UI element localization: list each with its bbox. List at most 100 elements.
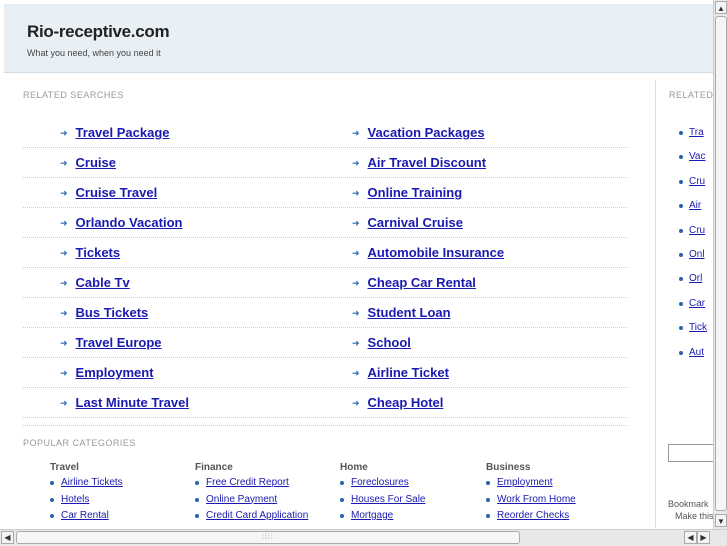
related-searches-list: ➜ Travel Package ➜ Vacation Packages ➜ Cruise… bbox=[23, 119, 628, 419]
related-search-item: ➜ Bus Tickets bbox=[60, 305, 148, 320]
related-search-link[interactable]: Last Minute Travel bbox=[76, 395, 189, 410]
related-search-link[interactable]: Employment bbox=[76, 365, 154, 380]
category-business: Business Employment Work From Home Reorder … bbox=[486, 462, 576, 527]
main-content: RELATED SEARCHES ➜ Travel Package ➜ Vacatio… bbox=[0, 73, 655, 528]
related-row: ➜ Travel Package ➜ Vacation Packages bbox=[23, 119, 628, 148]
bullet-icon bbox=[679, 253, 683, 257]
arrow-right-icon: ➜ bbox=[352, 128, 360, 138]
bullet-icon bbox=[486, 514, 490, 518]
vertical-scroll-thumb[interactable] bbox=[715, 16, 727, 511]
arrow-right-icon: ➜ bbox=[60, 278, 68, 288]
bullet-icon bbox=[50, 481, 54, 485]
related-search-link[interactable]: Automobile Insurance bbox=[368, 245, 505, 260]
bullet-icon bbox=[340, 481, 344, 485]
arrow-right-icon: ➜ bbox=[352, 278, 360, 288]
horizontal-scroll-thumb[interactable]: ⁞⁞⁞⁞ bbox=[16, 531, 520, 544]
category-link[interactable]: Employment bbox=[497, 477, 553, 488]
category-link-item: Credit Card Application bbox=[195, 510, 308, 527]
category-link[interactable]: Mortgage bbox=[351, 510, 393, 521]
related-search-link[interactable]: Cable Tv bbox=[76, 275, 130, 290]
sidebar-related-item: Tra bbox=[679, 127, 704, 138]
sidebar-related-link[interactable]: Air bbox=[689, 200, 701, 211]
arrow-right-icon: ➜ bbox=[352, 218, 360, 228]
category-link[interactable]: Free Credit Report bbox=[206, 477, 289, 488]
sidebar-related-item: Car bbox=[679, 298, 705, 309]
bullet-icon bbox=[679, 179, 683, 184]
related-search-link[interactable]: Air Travel Discount bbox=[368, 155, 486, 170]
related-search-item: ➜ Airline Ticket bbox=[352, 365, 449, 380]
sidebar-related-link[interactable]: Cru bbox=[689, 176, 705, 187]
category-link-item: Employment bbox=[486, 477, 576, 494]
related-search-link[interactable]: Cruise Travel bbox=[76, 185, 158, 200]
sidebar-related-item: Orl bbox=[679, 273, 702, 284]
related-search-link[interactable]: Travel Europe bbox=[76, 335, 162, 350]
arrow-right-icon: ➜ bbox=[60, 188, 68, 198]
scroll-up-arrow-icon[interactable]: ▲ bbox=[715, 1, 727, 14]
related-row: ➜ Orlando Vacation ➜ Carnival Cruise bbox=[23, 209, 628, 238]
category-link[interactable]: Reorder Checks bbox=[497, 510, 569, 521]
arrow-right-icon: ➜ bbox=[352, 338, 360, 348]
related-search-link[interactable]: Cheap Car Rental bbox=[368, 275, 476, 290]
category-link[interactable]: Houses For Sale bbox=[351, 494, 425, 505]
bullet-icon bbox=[486, 497, 490, 502]
arrow-right-icon: ➜ bbox=[60, 128, 68, 138]
category-link-item: Online Payment bbox=[195, 494, 308, 511]
sidebar-related-link[interactable]: Car bbox=[689, 298, 705, 309]
arrow-right-icon: ➜ bbox=[352, 188, 360, 198]
related-search-item: ➜ Carnival Cruise bbox=[352, 215, 463, 230]
horizontal-scrollbar[interactable]: ◀ ⁞⁞⁞⁞ ◀ ▶ bbox=[0, 529, 727, 546]
sidebar-related-link[interactable]: Tra bbox=[689, 127, 704, 138]
category-link-item: Mortgage bbox=[340, 510, 425, 527]
category-link-item: Hotels bbox=[50, 494, 123, 511]
arrow-right-icon: ➜ bbox=[60, 308, 68, 318]
related-search-link[interactable]: Carnival Cruise bbox=[368, 215, 463, 230]
related-row: ➜ Bus Tickets ➜ Student Loan bbox=[23, 299, 628, 328]
category-title: Finance bbox=[195, 462, 233, 473]
related-search-link[interactable]: Airline Ticket bbox=[368, 365, 449, 380]
sidebar-related-link[interactable]: Vac bbox=[689, 151, 706, 162]
related-search-item: ➜ Cruise Travel bbox=[60, 185, 157, 200]
sidebar-related-link[interactable]: Onl bbox=[689, 249, 705, 260]
related-search-link[interactable]: Tickets bbox=[76, 245, 121, 260]
vertical-scrollbar[interactable]: ▲ ▼ bbox=[713, 0, 727, 529]
category-link[interactable]: Airline Tickets bbox=[61, 477, 123, 488]
category-link-item: Work From Home bbox=[486, 494, 576, 511]
arrow-right-icon: ➜ bbox=[352, 248, 360, 258]
related-search-link[interactable]: Cruise bbox=[76, 155, 116, 170]
sidebar-related-link[interactable]: Tick bbox=[689, 322, 707, 333]
scroll-down-arrow-icon[interactable]: ▼ bbox=[715, 514, 727, 527]
bullet-icon bbox=[195, 497, 199, 502]
arrow-right-icon: ➜ bbox=[60, 398, 68, 408]
related-search-link[interactable]: Cheap Hotel bbox=[368, 395, 444, 410]
sidebar-related-link[interactable]: Cru bbox=[689, 225, 705, 236]
related-search-link[interactable]: Vacation Packages bbox=[368, 125, 485, 140]
site-title[interactable]: Rio-receptive.com bbox=[27, 22, 170, 42]
related-searches-label: RELATED SEARCHES bbox=[23, 90, 124, 100]
related-search-link[interactable]: Student Loan bbox=[368, 305, 451, 320]
sidebar-related-link[interactable]: Orl bbox=[689, 273, 702, 284]
bullet-icon bbox=[50, 497, 54, 502]
category-link[interactable]: Hotels bbox=[61, 494, 89, 505]
search-input[interactable] bbox=[668, 444, 714, 462]
bookmark-text[interactable]: Bookmark bbox=[668, 499, 709, 509]
category-link[interactable]: Foreclosures bbox=[351, 477, 409, 488]
category-link[interactable]: Work From Home bbox=[497, 494, 576, 505]
related-search-link[interactable]: School bbox=[368, 335, 411, 350]
bullet-icon bbox=[679, 131, 683, 135]
related-search-link[interactable]: Travel Package bbox=[76, 125, 170, 140]
sidebar-related-label: RELATED bbox=[669, 90, 714, 100]
bullet-icon bbox=[679, 155, 683, 160]
category-link[interactable]: Online Payment bbox=[206, 494, 277, 505]
related-search-link[interactable]: Online Training bbox=[368, 185, 463, 200]
related-search-link[interactable]: Orlando Vacation bbox=[76, 215, 183, 230]
scroll-left-arrow-icon[interactable]: ◀ bbox=[1, 531, 14, 544]
sidebar-related-link[interactable]: Aut bbox=[689, 347, 704, 358]
scroll-right-arrow-icon[interactable]: ▶ bbox=[697, 531, 710, 544]
category-link[interactable]: Car Rental bbox=[61, 510, 109, 521]
category-link[interactable]: Credit Card Application bbox=[206, 510, 308, 521]
scroll-left-arrow-2-icon[interactable]: ◀ bbox=[684, 531, 697, 544]
related-search-item: ➜ Travel Package bbox=[60, 125, 170, 140]
related-search-link[interactable]: Bus Tickets bbox=[76, 305, 149, 320]
make-homepage-text[interactable]: Make this bbox=[675, 511, 714, 521]
related-search-item: ➜ Student Loan bbox=[352, 305, 451, 320]
